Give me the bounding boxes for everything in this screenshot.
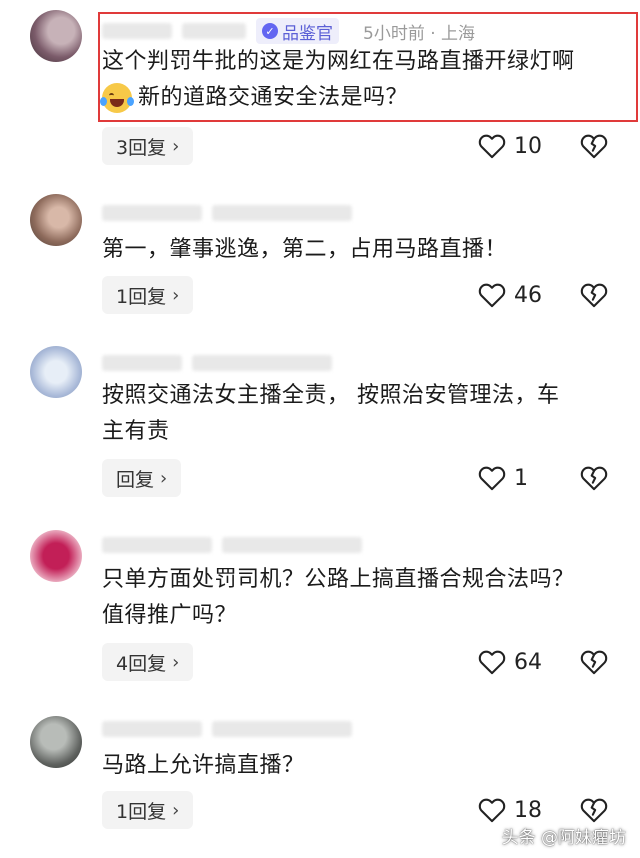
chevron-right-icon: › [172,651,180,673]
like-button[interactable]: 1 [478,459,528,497]
like-count: 1 [514,465,528,491]
like-count: 18 [514,797,542,823]
comment-text: 只单方面处罚司机？公路上搞直播合规合法吗？ 值得推广吗？ [102,567,575,628]
view-replies-button[interactable]: 1回复 › [102,791,194,829]
avatar[interactable] [30,346,82,398]
comment-item: 只单方面处罚司机？公路上搞直播合规合法吗？ 值得推广吗？ 4回复 › 64 [0,512,640,692]
view-replies-button[interactable]: 回复 › [102,459,182,497]
broken-heart-icon [580,283,608,308]
dislike-button[interactable] [580,459,608,497]
like-button[interactable]: 64 [478,643,542,681]
crying-laughing-emoji-icon [100,83,134,113]
dislike-button[interactable] [580,643,608,681]
avatar[interactable] [30,716,82,768]
chevron-right-icon: › [172,284,180,306]
broken-heart-icon [580,466,608,491]
comment-text: 按照交通法女主播全责， 按照治安管理法，车 主有责 [102,383,560,444]
avatar[interactable] [30,194,82,246]
avatar[interactable] [30,530,82,582]
comment-text: 马路上允许搞直播？ [102,753,305,778]
view-replies-button[interactable]: 4回复 › [102,643,194,681]
comment-meta [102,202,352,224]
comment-meta [102,534,362,556]
comment-item: ✓ 品鉴官 5小时前 · 上海 这个判罚牛批的这是为网红在马路直播开绿灯啊 新的… [0,0,640,180]
comment-text: 这个判罚牛批的这是为网红在马路直播开绿灯啊 新的道路交通安全法是吗？ [100,44,612,116]
heart-outline-icon [478,283,506,308]
like-count: 64 [514,649,542,675]
dislike-button[interactable] [580,276,608,314]
view-replies-button[interactable]: 3回复 › [102,127,194,165]
like-count: 10 [514,133,542,159]
like-button[interactable]: 46 [478,276,542,314]
broken-heart-icon [580,134,608,159]
heart-outline-icon [478,134,506,159]
broken-heart-icon [580,798,608,823]
comment-meta [102,718,352,740]
chevron-right-icon: › [172,135,180,157]
broken-heart-icon [580,650,608,675]
comment-text: 第一，肇事逃逸，第二，占用马路直播！ [102,237,508,262]
chevron-right-icon: › [172,799,180,821]
comment-meta [102,352,332,374]
comment-item: 第一，肇事逃逸，第二，占用马路直播！ 1回复 › 46 [0,180,640,330]
heart-outline-icon [478,798,506,823]
view-replies-button[interactable]: 1回复 › [102,276,194,314]
like-button[interactable]: 10 [478,127,542,165]
heart-outline-icon [478,650,506,675]
avatar[interactable] [30,10,82,62]
chevron-right-icon: › [160,467,168,489]
like-count: 46 [514,282,542,308]
comment-item: 按照交通法女主播全责， 按照治安管理法，车 主有责 回复 › 1 [0,330,640,510]
dislike-button[interactable] [580,127,608,165]
watermark: 头条 @阿妹癯坊 [501,828,626,848]
heart-outline-icon [478,466,506,491]
